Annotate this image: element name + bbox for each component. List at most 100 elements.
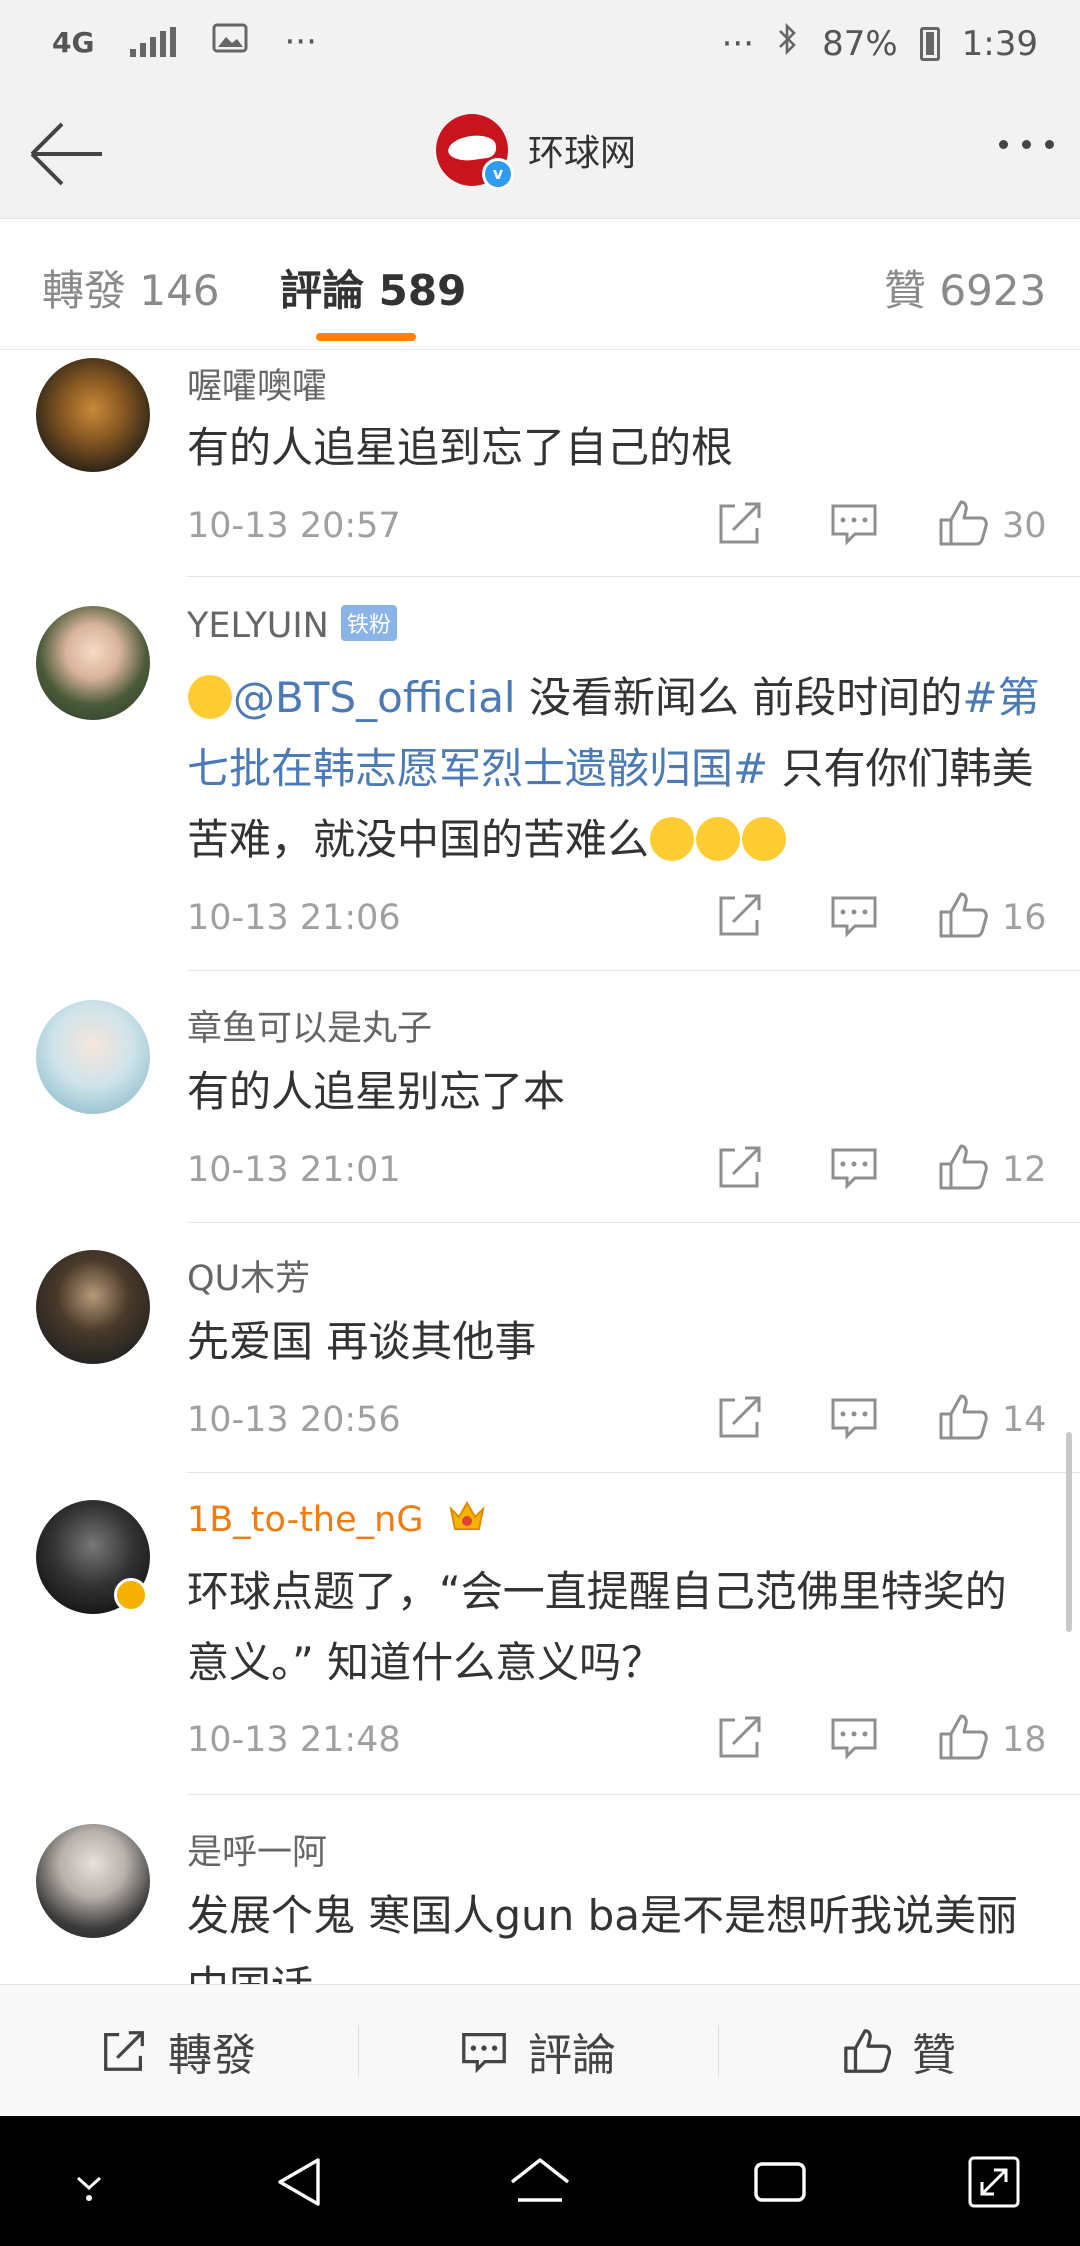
comment-time: 10-13 20:57 [187, 506, 401, 546]
comment-meta: 10-13 20:56 14 [187, 1390, 1053, 1450]
comment-author[interactable]: 是呼一阿 [187, 1824, 327, 1875]
verified-badge-icon [114, 1578, 148, 1612]
divider [358, 2025, 359, 2077]
divider [187, 970, 1080, 971]
system-nav-bar [0, 2116, 1080, 2246]
gallery-icon [212, 22, 248, 62]
comment-author[interactable]: 喔嚯噢嚯 [187, 358, 327, 409]
hide-keyboard-icon[interactable] [64, 2152, 114, 2212]
comment-text: 先爱国 再谈其他事 [187, 1317, 537, 1366]
repost-icon[interactable] [713, 496, 767, 550]
network-label: 4G [52, 25, 95, 59]
comment-item: 喔嚯噢嚯 有的人追星追到忘了自己的根 10-13 20:57 30 [0, 350, 1080, 578]
avatar[interactable] [36, 1824, 150, 1938]
like-count: 18 [1002, 1720, 1047, 1760]
comment-author[interactable]: QU木芳 [187, 1250, 310, 1301]
comment-author-row: 1B_to-the_nG [187, 1500, 487, 1541]
comment-icon[interactable] [827, 888, 881, 942]
comment-meta: 10-13 21:01 12 [187, 1140, 1053, 1200]
comment-time: 10-13 20:56 [187, 1400, 401, 1440]
comment-time: 10-13 21:48 [187, 1720, 401, 1760]
status-overflow-right: ··· [721, 23, 755, 64]
repost-icon[interactable] [713, 1390, 767, 1444]
bluetooth-icon [776, 22, 800, 65]
like-icon[interactable] [937, 888, 991, 942]
comment-icon[interactable] [827, 1390, 881, 1444]
page-title: 环球网 [528, 133, 637, 174]
emoji-icon [696, 816, 741, 861]
account-avatar: v [436, 114, 514, 190]
home-nav-icon[interactable] [508, 2152, 572, 2212]
battery-percent: 87% [822, 23, 898, 64]
recents-nav-icon[interactable] [750, 2152, 810, 2212]
divider [187, 1794, 1080, 1795]
repost-icon[interactable] [713, 888, 767, 942]
bottom-action-bar: 轉發 評論 贊 [0, 1984, 1080, 2117]
comment-author-row: YELYUIN 铁粉 [187, 605, 397, 646]
crown-icon [448, 1500, 485, 1530]
comment-time: 10-13 21:01 [187, 1150, 401, 1190]
account-header[interactable]: v 环球网 [436, 114, 637, 190]
comment-text: 有的人追星别忘了本 [187, 1067, 566, 1116]
repost-icon[interactable] [713, 1140, 767, 1194]
back-nav-icon[interactable] [272, 2152, 328, 2212]
like-button[interactable]: 贊 [842, 1985, 956, 2117]
comment-item: QU木芳 先爱国 再谈其他事 10-13 20:56 14 [0, 1222, 1080, 1473]
comment-text: 环球点题了，“会一直提醒自己范佛里特奖的意义。” 知道什么意义吗？ [187, 1567, 1007, 1687]
like-icon[interactable] [937, 1140, 991, 1194]
comment-item: 1B_to-the_nG 环球点题了，“会一直提醒自己范佛里特奖的意义。” 知道… [0, 1472, 1080, 1796]
comment-item: 章鱼可以是丸子 有的人追星别忘了本 10-13 21:01 12 [0, 972, 1080, 1223]
repost-icon[interactable] [713, 1710, 767, 1764]
avatar[interactable] [36, 358, 150, 472]
back-button[interactable] [22, 112, 112, 196]
comment-meta: 10-13 20:57 30 [187, 496, 1053, 556]
repost-button[interactable]: 轉發 [98, 1985, 256, 2117]
comment-author[interactable]: YELYUIN [187, 606, 329, 646]
nav-bar: v 环球网 [0, 90, 1080, 219]
mention-link[interactable]: @BTS_official [233, 673, 516, 722]
like-count: 16 [1002, 898, 1047, 938]
status-overflow: ··· [284, 22, 317, 62]
status-time: 1:39 [961, 23, 1038, 64]
like-count: 14 [1002, 1400, 1047, 1440]
comment-text: 发展个鬼 寒国人gun ba是不是想听我说美丽中国话 [187, 1891, 1018, 1984]
more-button[interactable] [999, 140, 1054, 149]
comment-item: 是呼一阿 发展个鬼 寒国人gun ba是不是想听我说美丽中国话 [0, 1796, 1080, 1984]
avatar[interactable] [36, 606, 150, 720]
repost-label: 轉發 [168, 2030, 256, 2081]
emoji-icon [742, 816, 787, 861]
avatar[interactable] [36, 1250, 150, 1364]
tab-likes[interactable]: 贊 6923 [884, 257, 1046, 318]
like-icon [844, 2029, 892, 2073]
comment-icon[interactable] [827, 1710, 881, 1764]
tab-reposts[interactable]: 轉發 146 [42, 257, 220, 318]
comment-icon[interactable] [827, 496, 881, 550]
comment-author[interactable]: 1B_to-the_nG [187, 1500, 423, 1540]
comment-author[interactable]: 章鱼可以是丸子 [187, 1000, 432, 1051]
avatar[interactable] [36, 1500, 150, 1614]
signal-icon [130, 27, 177, 57]
emoji-icon [650, 816, 695, 861]
emoji-icon [188, 674, 232, 719]
like-icon[interactable] [937, 496, 991, 550]
verified-badge: v [482, 158, 514, 190]
comment-icon[interactable] [827, 1140, 881, 1194]
battery-icon [919, 26, 940, 61]
comment-item: YELYUIN 铁粉 @BTS_official 没看新闻么 前段时间的#第七批在… [0, 578, 1080, 971]
avatar[interactable] [36, 1000, 150, 1114]
comment-icon [462, 2032, 506, 2074]
repost-icon [104, 2031, 144, 2071]
comment-text: 有的人追星追到忘了自己的根 [187, 423, 734, 472]
active-tab-indicator [316, 333, 416, 341]
divider [718, 2025, 719, 2077]
comment-label: 評論 [528, 2030, 616, 2081]
comment-time: 10-13 21:06 [187, 898, 401, 938]
like-icon[interactable] [937, 1390, 991, 1444]
comment-text-part: 没看新闻么 前段时间的 [515, 673, 963, 722]
expand-icon[interactable] [964, 2152, 1024, 2212]
comment-button[interactable]: 評論 [458, 1985, 616, 2117]
tab-bar: 轉發 146 評論 589 贊 6923 [0, 219, 1080, 350]
like-icon[interactable] [937, 1710, 991, 1764]
tab-comments[interactable]: 評論 589 [280, 257, 466, 318]
scrollbar[interactable] [1066, 1432, 1072, 1632]
